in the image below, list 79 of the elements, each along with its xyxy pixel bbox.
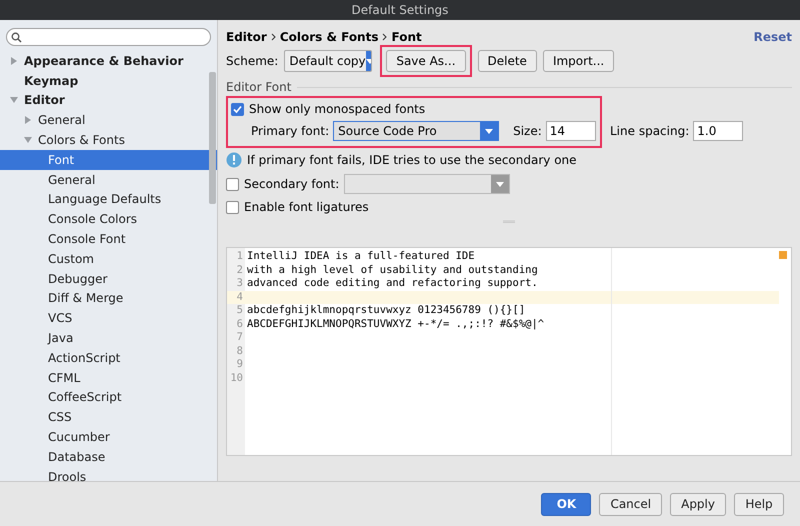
scheme-dropdown[interactable]: Default copy <box>284 50 372 72</box>
checkbox-label: Enable font ligatures <box>244 199 369 216</box>
scheme-button[interactable]: Save As... <box>386 50 466 72</box>
line-number: 5 <box>236 304 243 316</box>
tree-item[interactable]: Font <box>0 150 217 170</box>
code-line: advanced code editing and refactoring support. <box>247 277 538 289</box>
reset-link[interactable]: Reset <box>754 28 792 46</box>
scheme-button[interactable]: Import... <box>542 50 614 72</box>
dropdown-arrow-icon <box>485 128 494 134</box>
breadcrumb-item: Editor <box>226 29 267 46</box>
tree-item[interactable]: CFML <box>0 368 217 388</box>
preview-editor[interactable] <box>226 247 792 456</box>
tree-item[interactable]: General <box>0 170 217 190</box>
info-icon <box>226 152 242 168</box>
tree-item[interactable]: Cucumber <box>0 427 217 447</box>
tree-item[interactable]: Colors & Fonts <box>0 130 217 150</box>
tree-item[interactable]: General <box>0 110 217 130</box>
primary-font-label: Primary font: <box>251 123 330 140</box>
code-line: ABCDEFGHIJKLMNOPQRSTUVWXYZ +-*/= .,;:!? #&$%@|^ <box>247 318 544 330</box>
code-line: with a high level of usability and outstanding <box>247 264 538 276</box>
size-field[interactable]: 14 <box>546 121 596 141</box>
section-title: Editor Font <box>226 79 292 96</box>
tree-item[interactable]: Custom <box>0 248 217 269</box>
tree-item[interactable]: Java <box>0 328 217 348</box>
search-field[interactable] <box>6 28 211 46</box>
checkbox-label: Secondary font: <box>244 176 340 193</box>
tree-item[interactable]: CSS <box>0 407 217 428</box>
tree-item[interactable]: Drools <box>0 466 217 487</box>
line-number: 2 <box>236 264 243 276</box>
checkbox[interactable] <box>231 102 244 116</box>
tree-item[interactable]: Diff & Merge <box>0 288 217 308</box>
tree-item[interactable]: CoffeeScript <box>0 388 217 408</box>
line-number: 3 <box>236 277 243 289</box>
collapse-arrow-icon[interactable] <box>10 96 18 104</box>
chevron-icon <box>270 33 276 41</box>
line-spacing-field[interactable]: 1.0 <box>693 121 744 141</box>
scheme-label: Scheme: <box>226 53 278 70</box>
dialog-button[interactable]: Cancel <box>599 492 662 516</box>
tree-item[interactable]: Database <box>0 446 217 467</box>
expand-arrow-icon[interactable] <box>24 116 32 124</box>
status-marker <box>779 251 787 259</box>
info-text: If primary font fails, IDE tries to use the secondary one <box>247 152 577 169</box>
line-number: 1 <box>236 250 243 262</box>
code-line: IntelliJ IDEA is a full-featured IDE <box>247 250 475 262</box>
expand-arrow-icon[interactable] <box>10 56 18 65</box>
dropdown-arrow-icon <box>366 58 372 64</box>
checkbox-label: Show only monospaced fonts <box>249 101 426 118</box>
search-icon <box>11 32 22 42</box>
line-spacing-label: Line spacing: <box>610 123 690 140</box>
tree-item[interactable]: Console Colors <box>0 209 217 230</box>
chevron-icon <box>382 33 388 41</box>
line-number: 8 <box>236 344 243 356</box>
scrollbar-thumb[interactable] <box>209 72 216 204</box>
tree-item[interactable]: Keymap <box>0 70 217 91</box>
tree-item[interactable]: Appearance & Behavior <box>0 51 217 71</box>
line-number: 10 <box>230 372 243 384</box>
line-number: 4 <box>236 290 243 302</box>
line-number: 9 <box>236 358 243 370</box>
tree-item[interactable]: ActionScript <box>0 348 217 368</box>
breadcrumb-item: Font <box>391 29 422 46</box>
tree-item[interactable]: Language Defaults <box>0 190 217 210</box>
tree-item[interactable]: Debugger <box>0 268 217 289</box>
tree-item[interactable]: Editor <box>0 90 217 110</box>
dialog-button[interactable]: OK <box>541 492 592 516</box>
dropdown-arrow-icon <box>496 182 504 186</box>
title-bar: Default Settings <box>0 0 800 20</box>
dialog-button[interactable]: Apply <box>670 492 726 516</box>
collapse-arrow-icon[interactable] <box>24 136 32 144</box>
primary-font-dropdown[interactable]: Source Code Pro <box>333 121 500 141</box>
tree-item[interactable]: VCS <box>0 308 217 328</box>
breadcrumb-item: Colors & Fonts <box>280 29 378 46</box>
checkbox[interactable] <box>226 200 239 214</box>
size-label: Size: <box>513 123 542 140</box>
code-line: abcdefghijklmnopqrstuvwxyz 0123456789 (){}[] <box>247 304 526 316</box>
line-number: 6 <box>236 318 243 330</box>
dialog-button[interactable]: Help <box>734 492 784 516</box>
scheme-button[interactable]: Delete <box>478 50 537 72</box>
tree-item[interactable]: Console Font <box>0 229 217 249</box>
line-number: 7 <box>236 331 243 343</box>
